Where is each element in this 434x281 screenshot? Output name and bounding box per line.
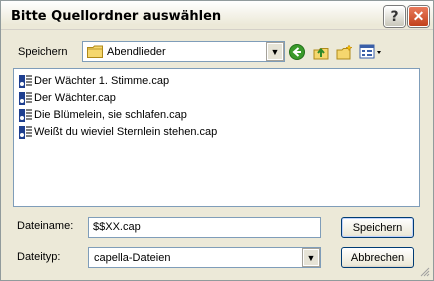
filetype-select[interactable]: capella-Dateien ▼	[88, 247, 321, 268]
filename-label: Dateiname:	[17, 220, 74, 232]
chevron-down-icon[interactable]: ▼	[303, 249, 319, 266]
list-item[interactable]: Der Wächter.cap	[18, 90, 116, 106]
help-button[interactable]: ?	[384, 6, 405, 27]
capella-file-icon	[19, 108, 32, 122]
current-folder-text: Abendlieder	[107, 46, 166, 58]
resize-grip-icon[interactable]	[420, 267, 430, 277]
folder-select[interactable]: Abendlieder ▼	[82, 41, 285, 62]
file-name: Weißt du wieviel Sternlein stehen.cap	[34, 126, 218, 138]
close-button[interactable]: ✕	[408, 6, 429, 27]
file-name: Der Wächter.cap	[34, 92, 116, 104]
file-dialog: Bitte Quellordner auswählen ? ✕ Speicher…	[0, 0, 434, 281]
file-name: Der Wächter 1. Stimme.cap	[34, 75, 170, 87]
capella-file-icon	[19, 91, 32, 105]
view-menu-icon[interactable]	[359, 43, 383, 61]
capella-file-icon	[19, 125, 32, 139]
list-item[interactable]: Die Blümelein, sie schlafen.cap	[18, 107, 187, 123]
new-folder-icon[interactable]	[335, 43, 353, 61]
window-title: Bitte Quellordner auswählen	[11, 9, 222, 24]
capella-file-icon	[19, 74, 32, 88]
folder-icon	[87, 45, 103, 58]
filename-input[interactable]: $$XX.cap	[88, 217, 321, 238]
list-item[interactable]: Weißt du wieviel Sternlein stehen.cap	[18, 124, 217, 140]
chevron-down-icon[interactable]: ▼	[267, 43, 283, 60]
title-bar[interactable]: Bitte Quellordner auswählen ? ✕	[1, 1, 433, 30]
filetype-label: Dateityp:	[17, 251, 61, 263]
location-label: Speichern	[18, 46, 68, 58]
list-item[interactable]: Der Wächter 1. Stimme.cap	[18, 73, 169, 89]
file-list[interactable]: Der Wächter 1. Stimme.cap Der Wächter.ca…	[13, 68, 420, 207]
cancel-button[interactable]: Abbrechen	[341, 247, 414, 268]
back-icon[interactable]	[288, 43, 306, 61]
filetype-selected-text: capella-Dateien	[94, 252, 171, 264]
save-button[interactable]: Speichern	[341, 217, 414, 238]
file-name: Die Blümelein, sie schlafen.cap	[34, 109, 187, 121]
up-folder-icon[interactable]	[312, 43, 330, 61]
